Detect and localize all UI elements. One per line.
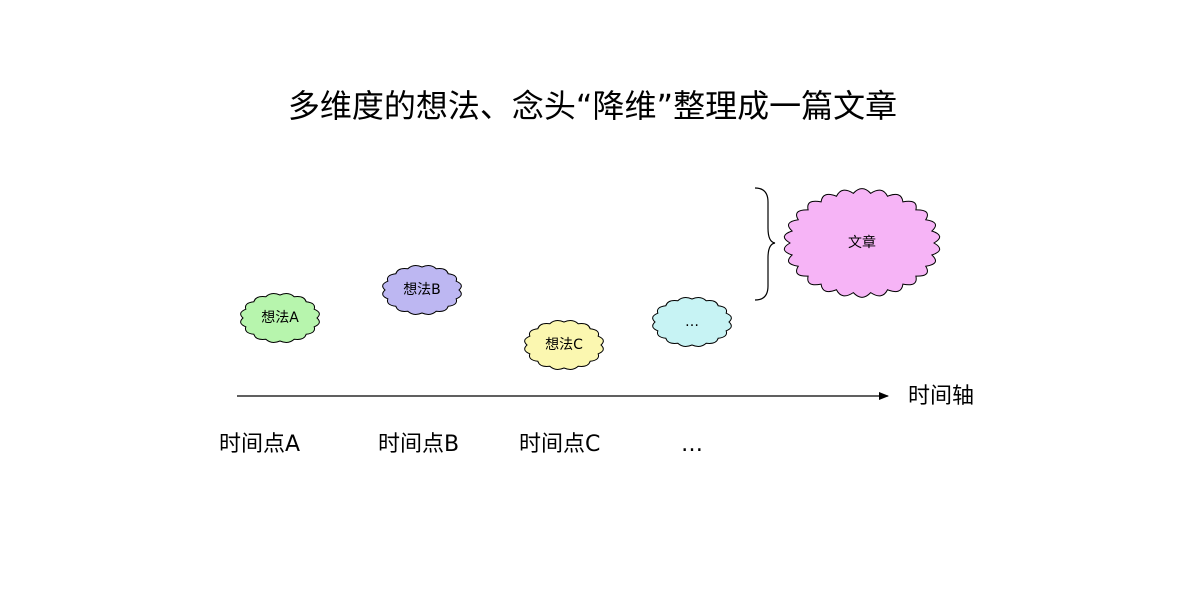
idea-label-more: …: [685, 314, 699, 330]
idea-cloud-b: 想法B: [382, 265, 462, 315]
idea-cloud-more: …: [652, 297, 732, 347]
diagram-graphics: 想法A 想法B 想法C … 文章: [237, 187, 941, 400]
time-point-label-a: 时间点A: [219, 432, 301, 457]
time-point-label-more: …: [681, 432, 703, 457]
time-axis-label: 时间轴: [908, 384, 975, 409]
idea-label-b: 想法B: [403, 282, 441, 298]
idea-label-c: 想法C: [545, 337, 583, 353]
curly-brace: [754, 187, 776, 301]
idea-label-a: 想法A: [261, 310, 299, 326]
article-label: 文章: [848, 234, 876, 251]
idea-cloud-a: 想法A: [240, 293, 320, 343]
idea-cloud-c: 想法C: [524, 320, 604, 370]
diagram-canvas: 多维度的想法、念头“降维”整理成一篇文章 想法A 想法B 想法C … 文章 时间…: [0, 0, 1200, 600]
time-point-label-c: 时间点C: [519, 432, 601, 457]
article-cloud: 文章: [783, 188, 941, 298]
time-point-label-b: 时间点B: [378, 432, 460, 457]
